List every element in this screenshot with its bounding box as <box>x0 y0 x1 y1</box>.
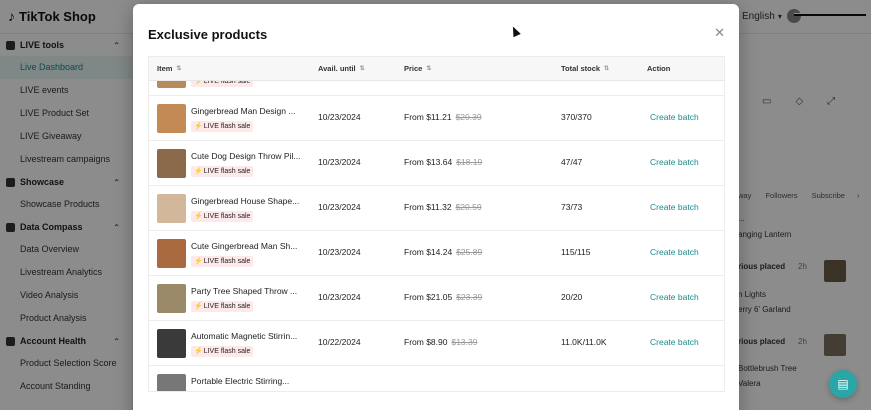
original-price: $20.59 <box>455 202 482 212</box>
sort-icon[interactable]: ⇅ <box>426 57 431 81</box>
column-item[interactable]: Item ⇅ <box>157 57 181 81</box>
product-thumbnail <box>157 149 186 178</box>
create-batch-button[interactable]: Create batch <box>650 337 699 347</box>
sort-icon[interactable]: ⇅ <box>360 57 365 81</box>
products-table: Item ⇅ Avail. until ⇅ Price ⇅ Total stock ⇅ … <box>148 56 725 392</box>
price-cell: From $21.05 $23.39 <box>404 292 483 302</box>
flash-sale-badge: ⚡LIVE flash sale <box>191 166 254 177</box>
stock-cell: 11.0K/11.0K <box>561 337 607 347</box>
table-row: Gingerbread Man Design ... ⚡LIVE flash sa… <box>149 96 724 141</box>
flash-sale-badge: ⚡LIVE flash sale <box>191 211 254 222</box>
product-name: Cute Dog Design Throw Pil... <box>191 151 301 161</box>
flash-sale-badge: ⚡LIVE flash sale <box>191 301 254 312</box>
table-row: Cute Dog Design Throw Pil... ⚡LIVE flash … <box>149 141 724 186</box>
product-thumbnail <box>157 104 186 133</box>
price-cell: From $14.24 $25.89 <box>404 247 483 257</box>
product-name: Portable Electric Stirring... <box>191 376 290 386</box>
stock-cell: 115/115 <box>561 247 591 257</box>
column-total-stock[interactable]: Total stock ⇅ <box>561 57 609 81</box>
original-price: $13.39 <box>451 337 478 347</box>
bolt-icon: ⚡ <box>194 348 203 355</box>
modal-title: Exclusive products <box>148 27 268 42</box>
sort-icon[interactable]: ⇅ <box>604 57 609 81</box>
avail-until-cell: 10/23/2024 <box>318 202 361 212</box>
original-price: $20.39 <box>455 112 482 122</box>
stock-cell: 47/47 <box>561 157 583 167</box>
avail-until-cell: 10/23/2024 <box>318 157 361 167</box>
price-cell: From $13.64 $18.19 <box>404 157 483 167</box>
stock-cell: 20/20 <box>561 292 583 302</box>
product-thumbnail <box>157 239 186 268</box>
create-batch-button[interactable]: Create batch <box>650 157 699 167</box>
product-name: Gingerbread Man Design ... <box>191 106 296 116</box>
product-thumbnail <box>157 284 186 313</box>
flash-sale-badge: ⚡LIVE flash sale <box>191 121 254 132</box>
table-row: Portable Electric Stirring... <box>149 366 724 391</box>
product-thumbnail <box>157 329 186 358</box>
create-batch-button[interactable]: Create batch <box>650 202 699 212</box>
bolt-icon: ⚡ <box>194 258 203 265</box>
close-icon[interactable]: ✕ <box>714 25 725 41</box>
product-thumbnail <box>157 374 186 391</box>
product-name: Party Tree Shaped Throw ... <box>191 286 298 296</box>
product-name: Cute Gingerbread Man Sh... <box>191 241 298 251</box>
column-price[interactable]: Price ⇅ <box>404 57 431 81</box>
avail-until-cell: 10/23/2024 <box>318 247 361 257</box>
sort-icon[interactable]: ⇅ <box>176 57 181 81</box>
table-header: Item ⇅ Avail. until ⇅ Price ⇅ Total stock ⇅ … <box>149 57 724 81</box>
avail-until-cell: 10/23/2024 <box>318 292 361 302</box>
flash-sale-badge: ⚡LIVE flash sale <box>191 256 254 267</box>
table-row: Gingerbread House Shape... ⚡LIVE flash sa… <box>149 186 724 231</box>
column-avail-until[interactable]: Avail. until ⇅ <box>318 57 365 81</box>
chat-icon: ▤ <box>837 377 849 391</box>
bolt-icon: ⚡ <box>194 303 203 310</box>
avail-until-cell: 10/23/2024 <box>318 112 361 122</box>
avail-until-cell: 10/22/2024 <box>318 337 361 347</box>
product-name: Gingerbread House Shape... <box>191 196 300 206</box>
price-cell: From $11.21 $20.39 <box>404 112 482 122</box>
price-cell: From $8.90 $13.39 <box>404 337 478 347</box>
flash-sale-badge: ⚡LIVE flash sale <box>191 346 254 357</box>
original-price: $25.89 <box>456 247 483 257</box>
bolt-icon: ⚡ <box>194 213 203 220</box>
product-name: Automatic Magnetic Stirrin... <box>191 331 298 341</box>
bolt-icon: ⚡ <box>194 123 203 130</box>
original-price: $18.19 <box>456 157 483 167</box>
original-price: $23.39 <box>456 292 483 302</box>
stock-cell: 370/370 <box>561 112 592 122</box>
bolt-icon: ⚡ <box>194 168 203 175</box>
chat-button[interactable]: ▤ <box>829 370 857 398</box>
create-batch-button[interactable]: Create batch <box>650 247 699 257</box>
exclusive-products-modal: Exclusive products ✕ Item ⇅ Avail. until ⇅… <box>133 4 739 410</box>
table-row: Automatic Magnetic Stirrin... ⚡LIVE flash… <box>149 321 724 366</box>
product-thumbnail <box>157 194 186 223</box>
table-row: Party Tree Shaped Throw ... ⚡LIVE flash s… <box>149 276 724 321</box>
column-action: Action <box>647 64 671 73</box>
create-batch-button[interactable]: Create batch <box>650 112 699 122</box>
stock-cell: 73/73 <box>561 202 583 212</box>
table-row: Cute Gingerbread Man Sh... ⚡LIVE flash sa… <box>149 231 724 276</box>
create-batch-button[interactable]: Create batch <box>650 292 699 302</box>
price-cell: From $11.32 $20.59 <box>404 202 482 212</box>
